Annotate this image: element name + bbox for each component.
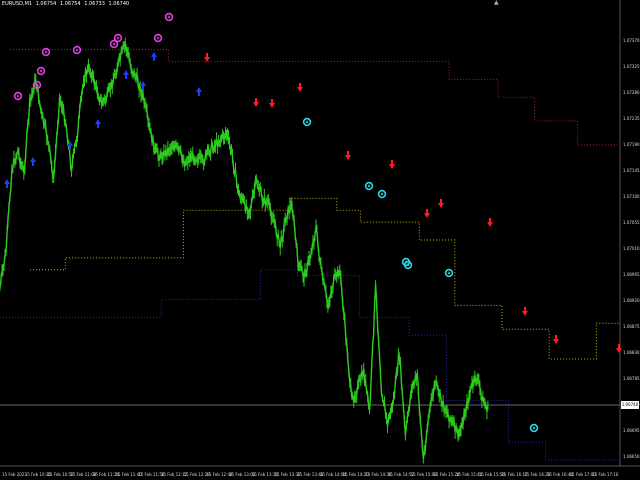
sell-arrow-icon (297, 83, 303, 92)
sell-arrow-icon (522, 307, 528, 316)
sell-arrow-icon (253, 98, 259, 107)
price-chart[interactable] (0, 0, 640, 480)
sell-arrow-icon (204, 53, 210, 62)
price-tick-label: 1.07370 (623, 38, 640, 43)
price-tick-label: 1.07235 (623, 116, 640, 121)
price-tick-label: 1.06830 (623, 350, 640, 355)
sell-arrow-icon (616, 344, 622, 353)
buy-arrow-icon (30, 157, 36, 166)
buy-arrow-icon (123, 70, 129, 79)
price-line (0, 40, 489, 459)
sell-arrow-icon (389, 160, 395, 169)
price-tick-label: 1.07100 (623, 194, 640, 199)
top-marker-icon-star (116, 36, 120, 40)
lower-band-line (0, 269, 620, 461)
buy-arrow-icon (151, 52, 157, 61)
top-marker-icon-star (75, 48, 79, 52)
bottom-marker-icon-star (305, 120, 309, 124)
bottom-marker-icon-star (367, 184, 371, 188)
price-tick-label: 1.06785 (623, 376, 640, 381)
price-tick-label: 1.06965 (623, 272, 640, 277)
price-tick-label: 1.07325 (623, 64, 640, 69)
time-tick-label: 15 Feb 2023 (2, 472, 27, 477)
top-marker-icon-star (44, 50, 48, 54)
buy-arrow-icon (95, 119, 101, 128)
sell-arrow-icon (424, 209, 430, 218)
sell-arrow-icon (438, 199, 444, 208)
price-tick-label: 1.06650 (623, 454, 640, 459)
top-marker-icon-star (16, 94, 20, 98)
middle-band-line (30, 197, 620, 360)
bottom-marker-icon-star (532, 426, 536, 430)
price-tick-label: 1.06920 (623, 298, 640, 303)
sell-arrow-icon (345, 151, 351, 160)
sell-arrow-icon (553, 335, 559, 344)
top-marker-icon-star (156, 36, 160, 40)
bottom-marker-icon-star (447, 271, 451, 275)
price-tick-label: 1.07190 (623, 142, 640, 147)
price-tick-label: 1.06875 (623, 324, 640, 329)
price-tick-label: 1.07280 (623, 90, 640, 95)
price-tick-label: 1.07145 (623, 168, 640, 173)
chart-window[interactable]: EURUSD,M1 1.06754 1.06754 1.06733 1.0674… (0, 0, 640, 480)
sell-arrow-icon (269, 99, 275, 108)
price-tick-label: 1.07055 (623, 220, 640, 225)
top-marker-icon-star (39, 69, 43, 73)
top-marker-icon-star (167, 15, 171, 19)
buy-arrow-icon (4, 179, 10, 188)
buy-arrow-icon (196, 87, 202, 96)
bottom-marker-icon-star (380, 192, 384, 196)
time-tick-label: 15 Feb 17:16 (592, 472, 619, 477)
sell-arrow-icon (487, 218, 493, 227)
price-tick-label: 1.06695 (623, 428, 640, 433)
price-tick-label: 1.07010 (623, 246, 640, 251)
current-price-label: 1.06740 (621, 401, 639, 409)
top-marker-icon-star (112, 42, 116, 46)
